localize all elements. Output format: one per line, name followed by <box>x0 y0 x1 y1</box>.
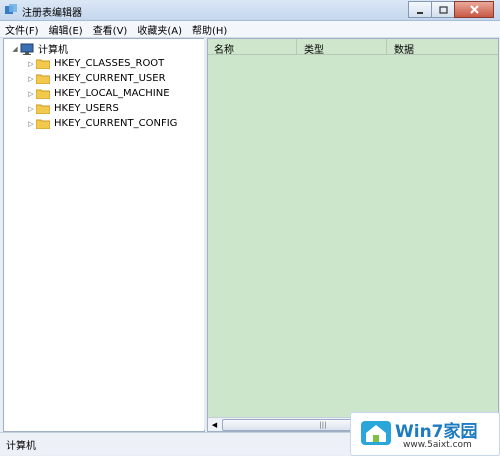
watermark-logo: Win7家园 www.5aixt.com <box>350 412 500 456</box>
column-header-name[interactable]: 名称 <box>214 41 234 56</box>
close-icon <box>469 5 479 14</box>
menu-file[interactable]: 文件(F) <box>0 22 44 37</box>
tree-node-hkey-current-config[interactable]: ▷ HKEY_CURRENT_CONFIG <box>26 116 177 131</box>
collapse-triangle-icon[interactable]: ◢ <box>10 45 20 53</box>
maximize-icon <box>438 5 448 14</box>
tree-node-label: HKEY_LOCAL_MACHINE <box>54 88 170 99</box>
tree-node-label: 计算机 <box>38 45 68 56</box>
tree-node-computer[interactable]: ◢ 计算机 <box>10 41 68 56</box>
status-path: 计算机 <box>6 441 36 452</box>
tree-node-label: HKEY_CLASSES_ROOT <box>54 58 165 69</box>
folder-icon <box>36 74 50 84</box>
house-logo-icon <box>361 421 391 445</box>
watermark-url: www.5aixt.com <box>403 440 472 450</box>
expand-triangle-icon[interactable]: ▷ <box>26 90 36 98</box>
folder-icon <box>36 89 50 99</box>
maximize-button[interactable] <box>431 1 455 18</box>
tree-node-label: HKEY_CURRENT_CONFIG <box>54 118 178 129</box>
expand-triangle-icon[interactable]: ▷ <box>26 120 36 128</box>
registry-tree[interactable]: ◢ 计算机 ▷ HKEY_CLASSES_ROOT ▷ HKEY_CURRENT… <box>3 38 205 432</box>
window-controls <box>408 1 494 18</box>
tree-node-hkey-users[interactable]: ▷ HKEY_USERS <box>26 101 119 116</box>
column-header-type[interactable]: 类型 <box>304 41 324 56</box>
minimize-button[interactable] <box>408 1 432 18</box>
tree-node-hkey-classes-root[interactable]: ▷ HKEY_CLASSES_ROOT <box>26 56 164 71</box>
menu-help[interactable]: 帮助(H) <box>187 22 232 37</box>
expand-triangle-icon[interactable]: ▷ <box>26 60 36 68</box>
registry-editor-icon <box>5 4 17 14</box>
minimize-icon <box>417 11 423 14</box>
folder-icon <box>36 104 50 114</box>
title-bar: 注册表编辑器 <box>0 0 500 21</box>
tree-node-hkey-current-user[interactable]: ▷ HKEY_CURRENT_USER <box>26 71 166 86</box>
expand-triangle-icon[interactable]: ▷ <box>26 75 36 83</box>
computer-icon <box>20 43 34 55</box>
folder-icon <box>36 119 50 129</box>
column-header-data[interactable]: 数据 <box>394 41 414 56</box>
column-divider[interactable] <box>386 39 387 54</box>
menu-view[interactable]: 查看(V) <box>88 22 133 37</box>
column-headers: 名称 类型 数据 <box>208 39 498 56</box>
tree-node-label: HKEY_CURRENT_USER <box>54 73 166 84</box>
watermark-brand: Win7家园 <box>395 422 478 442</box>
close-button[interactable] <box>454 1 494 18</box>
menu-bar: 文件(F) 编辑(E) 查看(V) 收藏夹(A) 帮助(H) <box>0 21 500 38</box>
menu-favorites[interactable]: 收藏夹(A) <box>132 22 187 37</box>
menu-edit[interactable]: 编辑(E) <box>44 22 88 37</box>
scroll-left-icon[interactable]: ◀ <box>208 418 221 431</box>
expand-triangle-icon[interactable]: ▷ <box>26 105 36 113</box>
column-divider[interactable] <box>296 39 297 54</box>
tree-node-hkey-local-machine[interactable]: ▷ HKEY_LOCAL_MACHINE <box>26 86 170 101</box>
folder-icon <box>36 59 50 69</box>
values-list[interactable]: 名称 类型 数据 ◀ ||| <box>207 38 499 432</box>
window-title: 注册表编辑器 <box>22 8 82 19</box>
tree-node-label: HKEY_USERS <box>54 103 119 114</box>
